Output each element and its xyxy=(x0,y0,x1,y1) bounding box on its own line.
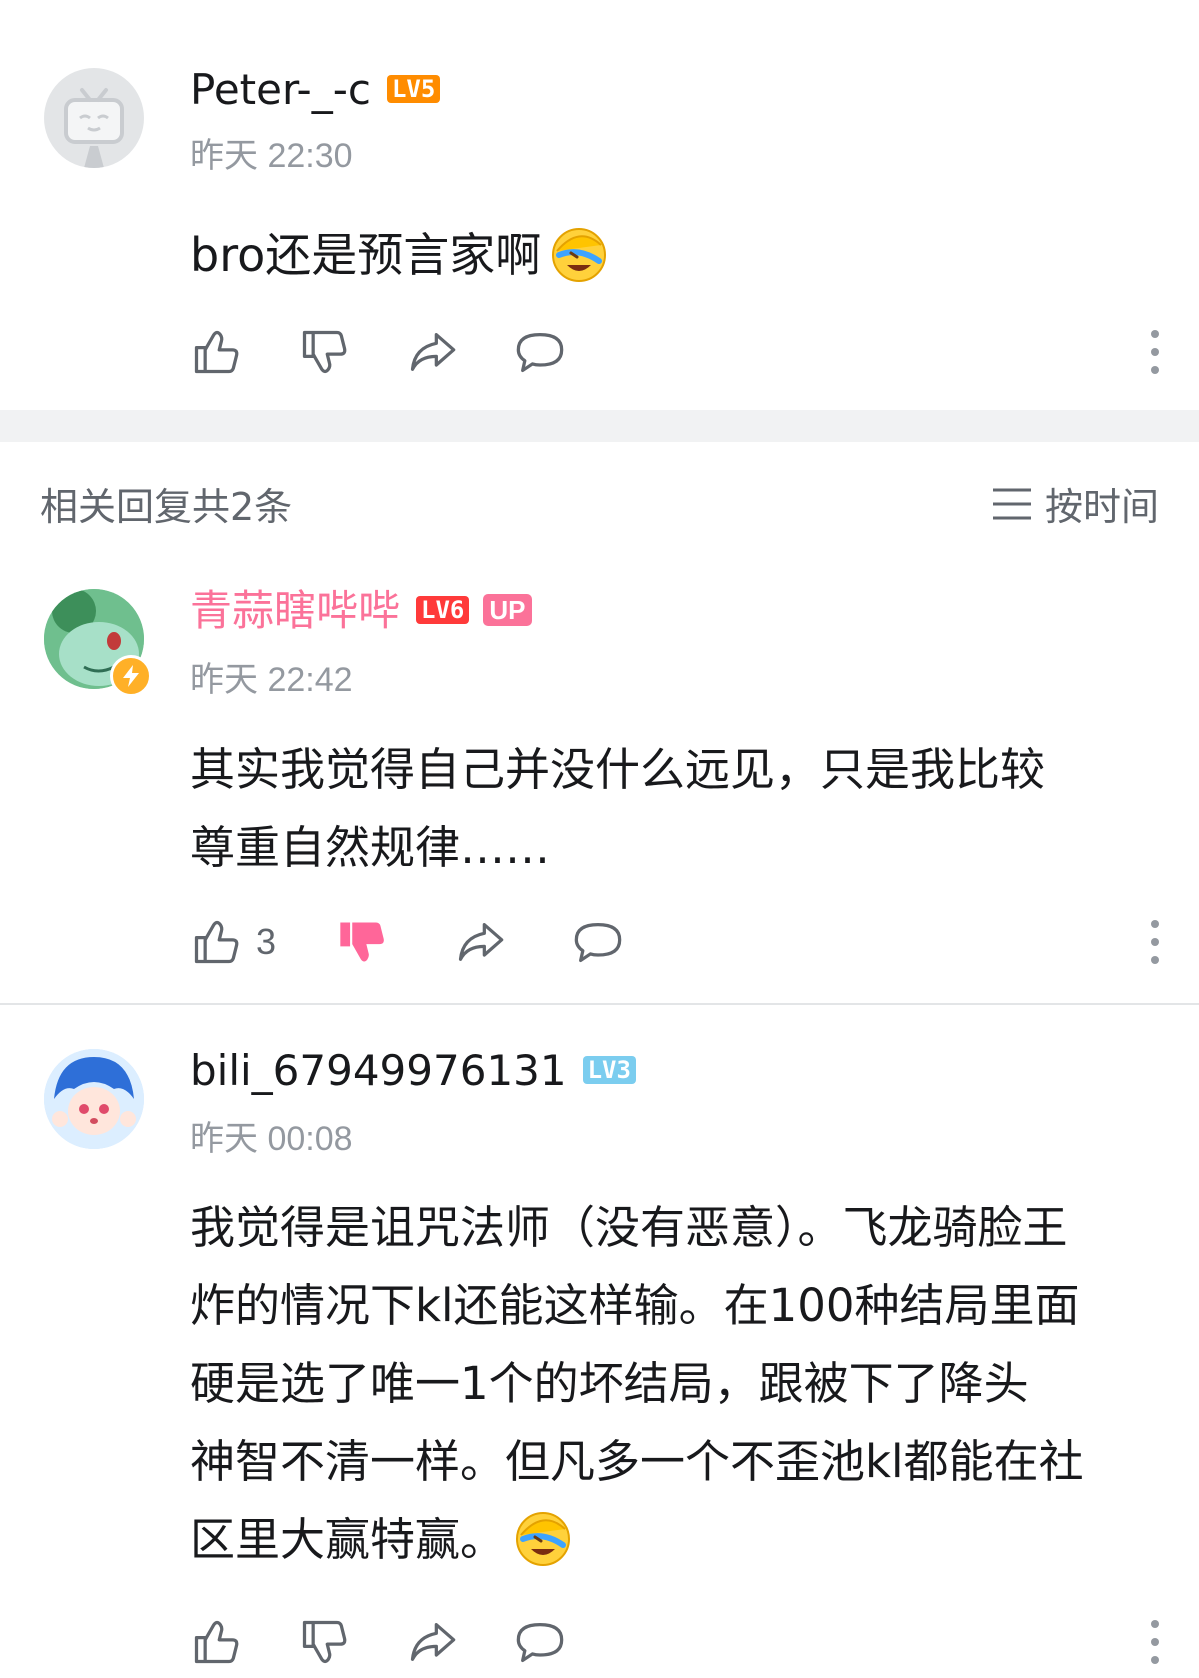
reply-text: 其实我觉得自己并没什么远见，只是我比较 尊重自然规律…… xyxy=(190,731,1165,887)
username-text[interactable]: bili_67949976131 xyxy=(190,1046,567,1095)
reply-button[interactable] xyxy=(514,1612,566,1672)
reply-text-line: 硬是选了唯一1个的坏结局，跟被下了降头 xyxy=(190,1357,1029,1410)
share-icon xyxy=(410,1623,456,1661)
share-icon xyxy=(458,923,504,961)
thumbs-down-filled-icon xyxy=(340,922,384,962)
comment-bubble-icon xyxy=(516,1623,564,1663)
like-button[interactable] xyxy=(190,322,242,382)
thumbs-up-icon xyxy=(194,920,239,964)
reply-text-line: 神智不清一样。但凡多一个不歪池kl都能在社 xyxy=(190,1435,1084,1488)
sort-label: 按时间 xyxy=(1044,485,1159,529)
share-button[interactable] xyxy=(454,912,506,972)
sort-button[interactable]: 按时间 xyxy=(991,476,1159,531)
like-button[interactable] xyxy=(190,1612,242,1672)
section-separator xyxy=(0,410,1199,442)
laughing-cry-emoji-icon xyxy=(547,221,611,285)
avatar-peter[interactable] xyxy=(44,68,144,168)
verified-badge-icon xyxy=(110,655,152,697)
up-badge: UP xyxy=(483,593,532,626)
level-badge: LV3 xyxy=(582,1055,636,1084)
dislike-button[interactable] xyxy=(298,1612,350,1672)
username[interactable]: 青蒜瞎哔哔 LV6 UP xyxy=(190,586,532,636)
reply-button[interactable] xyxy=(572,912,624,972)
comment-text-content: bro还是预言家啊 xyxy=(190,228,542,282)
anime-avatar-icon xyxy=(44,1049,144,1149)
username[interactable]: Peter-_-c LV5 xyxy=(190,65,441,115)
default-tv-avatar-icon xyxy=(64,88,124,168)
reply-actions xyxy=(190,1612,1165,1672)
reply-actions: 3 xyxy=(190,912,1165,972)
comment-bubble-icon xyxy=(516,333,564,373)
dislike-button[interactable] xyxy=(336,912,388,972)
share-icon xyxy=(410,333,456,371)
reply-text-line: 炸的情况下kl还能这样输。在100种结局里面 xyxy=(190,1279,1080,1332)
level-badge: LV6 xyxy=(416,595,470,624)
thumbs-down-icon xyxy=(302,1620,347,1664)
share-button[interactable] xyxy=(406,1612,458,1672)
level-badge: LV5 xyxy=(386,74,441,103)
more-options-icon[interactable] xyxy=(1145,328,1165,376)
reply-time: 昨天 00:08 xyxy=(190,1120,353,1158)
reply-text: 我觉得是诅咒法师（没有恶意）。飞龙骑脸王 炸的情况下kl还能这样输。在100种结… xyxy=(190,1189,1165,1579)
share-button[interactable] xyxy=(406,322,458,382)
replies-count-label: 相关回复共2条 xyxy=(40,485,293,529)
list-icon xyxy=(992,488,1031,519)
comment-bubble-icon xyxy=(574,923,622,963)
reply-button[interactable] xyxy=(514,322,566,382)
thumbs-down-icon xyxy=(302,330,347,374)
reply-divider xyxy=(0,1003,1199,1005)
thumbs-up-icon xyxy=(194,330,239,374)
reply-text-line: 区里大赢特赢。 xyxy=(190,1501,1165,1579)
comment-text: bro还是预言家啊 xyxy=(190,216,1165,294)
reply-time: 昨天 22:42 xyxy=(190,661,353,699)
reply-text-line: 其实我觉得自己并没什么远见，只是我比较 xyxy=(190,743,1046,796)
avatar-bili[interactable] xyxy=(44,1049,144,1149)
like-button[interactable]: 3 xyxy=(190,912,276,972)
like-count: 3 xyxy=(256,921,277,962)
comment-time: 昨天 22:30 xyxy=(190,137,353,175)
dislike-button[interactable] xyxy=(298,322,350,382)
reply-text-last: 区里大赢特赢。 xyxy=(190,1513,506,1566)
more-options-icon[interactable] xyxy=(1145,1618,1165,1666)
username-text[interactable]: 青蒜瞎哔哔 xyxy=(190,586,400,635)
comment-actions xyxy=(190,322,1165,382)
reply-text-line: 尊重自然规律…… xyxy=(190,821,551,874)
more-options-icon[interactable] xyxy=(1145,918,1165,966)
thumbs-up-icon xyxy=(194,1620,239,1664)
reply-text-line: 我觉得是诅咒法师（没有恶意）。飞龙骑脸王 xyxy=(190,1201,1068,1254)
username-text[interactable]: Peter-_-c xyxy=(190,65,371,114)
username[interactable]: bili_67949976131 LV3 xyxy=(190,1046,636,1096)
laughing-cry-emoji-icon xyxy=(511,1505,575,1569)
